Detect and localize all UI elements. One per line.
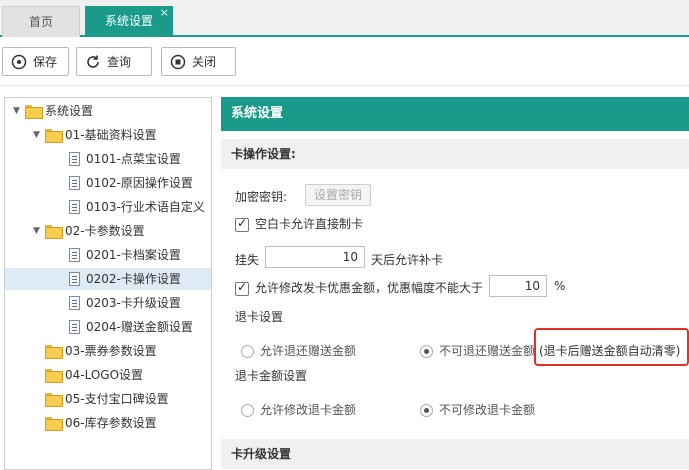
tree-item-0204[interactable]: 0204-赠送金额设置	[67, 316, 193, 338]
refund-note: (退卡后赠送金额自动清零)	[539, 344, 681, 358]
tree-label: 0102-原因操作设置	[86, 176, 193, 190]
radio-label: 不可退还赠送金额	[439, 344, 536, 358]
tree-node-basic[interactable]: ▼ 01-基础资料设置	[33, 124, 157, 146]
tree-label: 02-卡参数设置	[65, 224, 145, 238]
amount-allow-radio[interactable]	[241, 404, 254, 417]
tree-item-0201[interactable]: 0201-卡档案设置	[67, 244, 181, 266]
save-button[interactable]: 保存	[2, 47, 69, 76]
folder-icon	[45, 393, 63, 407]
folder-icon	[45, 369, 63, 383]
loss-days-input[interactable]: 10	[265, 246, 365, 268]
document-icon	[69, 248, 80, 262]
panel-title: 系统设置	[221, 97, 689, 131]
document-icon	[69, 296, 80, 310]
discount-checkbox[interactable]	[235, 280, 249, 296]
tab-label: 系统设置	[104, 14, 153, 28]
discount-row[interactable]: 允许修改发卡优惠金额，优惠幅度不能大于	[235, 279, 483, 296]
tree-node-alipay[interactable]: 05-支付宝口碑设置	[43, 388, 169, 410]
tree-label: 01-基础资料设置	[65, 128, 157, 142]
discount-unit: %	[554, 279, 566, 293]
amount-deny-radio[interactable]	[420, 404, 433, 417]
stop-icon	[170, 54, 186, 69]
blank-card-row[interactable]: 空白卡允许直接制卡	[235, 215, 363, 232]
loss-prefix: 挂失	[235, 253, 260, 267]
radio-label: 允许退还赠送金额	[260, 344, 357, 358]
tree-label: 0204-赠送金额设置	[86, 320, 193, 334]
folder-icon	[45, 129, 63, 143]
set-key-button[interactable]: 设置密钥	[305, 184, 372, 206]
radio-label: 不可修改退卡金额	[439, 403, 536, 417]
tree-item-0102[interactable]: 0102-原因操作设置	[67, 172, 193, 194]
close-icon[interactable]: ×	[160, 0, 169, 28]
tree-item-0103[interactable]: 0103-行业术语自定义	[67, 196, 205, 218]
expand-arrow-icon[interactable]: ▼	[13, 100, 23, 122]
section-card-operation: 卡操作设置:	[221, 139, 689, 169]
tree-item-0101[interactable]: 0101-点菜宝设置	[67, 148, 181, 170]
document-icon	[69, 176, 80, 190]
tree-item-0202[interactable]: 0202-卡操作设置	[5, 268, 211, 290]
tree-item-0203[interactable]: 0203-卡升级设置	[67, 292, 181, 314]
query-label: 查询	[107, 55, 132, 69]
refund-option-deny[interactable]: 不可退还赠送金额	[420, 342, 535, 359]
amount-option-deny[interactable]: 不可修改退卡金额	[420, 401, 535, 418]
settings-tree: ▼ 系统设置 ▼ 01-基础资料设置 0101-点菜宝设置 0102-原因操作设…	[4, 97, 212, 470]
save-label: 保存	[33, 55, 58, 69]
refund-deny-radio[interactable]	[420, 345, 433, 358]
folder-icon	[45, 345, 63, 359]
tree-label: 03-票券参数设置	[65, 344, 157, 358]
folder-icon	[45, 225, 63, 239]
close-label: 关闭	[192, 55, 217, 69]
amount-option-allow[interactable]: 允许修改退卡金额	[241, 401, 356, 418]
tree-label: 04-LOGO设置	[65, 368, 144, 382]
tree-label: 0103-行业术语自定义	[86, 200, 205, 214]
toolbar: 保存 查询 关闭	[0, 39, 689, 86]
tree-node-stock[interactable]: 06-库存参数设置	[43, 412, 157, 434]
blank-card-checkbox[interactable]	[235, 216, 249, 232]
query-button[interactable]: 查询	[76, 47, 152, 76]
refund-amount-title: 退卡金额设置	[235, 369, 308, 383]
tree-node-card[interactable]: ▼ 02-卡参数设置	[33, 220, 145, 242]
save-icon	[11, 54, 27, 69]
tab-bar: 首页 系统设置 ×	[0, 0, 689, 37]
refund-allow-radio[interactable]	[241, 345, 254, 358]
document-icon	[69, 200, 80, 214]
folder-icon	[45, 417, 63, 431]
loss-suffix: 天后允许补卡	[371, 253, 444, 267]
folder-icon	[25, 105, 43, 119]
tree-node-root[interactable]: ▼ 系统设置	[13, 100, 93, 122]
section-card-upgrade: 卡升级设置	[221, 439, 689, 469]
tree-label: 0202-卡操作设置	[86, 272, 181, 286]
tab-system-settings[interactable]: 系统设置 ×	[85, 6, 173, 37]
tree-label: 05-支付宝口碑设置	[65, 392, 169, 406]
refund-option-allow[interactable]: 允许退还赠送金额	[241, 342, 356, 359]
settings-panel: 系统设置 卡操作设置: 加密密钥: 设置密钥 空白卡允许直接制卡 挂失 10 天…	[221, 97, 689, 470]
encrypt-label: 加密密钥:	[235, 190, 288, 204]
document-icon	[69, 152, 80, 166]
tree-label: 06-库存参数设置	[65, 416, 157, 430]
radio-label: 允许修改退卡金额	[260, 403, 357, 417]
refund-title: 退卡设置	[235, 310, 284, 324]
tree-label: 0203-卡升级设置	[86, 296, 181, 310]
document-icon	[69, 272, 80, 286]
tab-home[interactable]: 首页	[2, 6, 80, 37]
discount-input[interactable]: 10	[489, 275, 547, 297]
refresh-icon	[87, 55, 99, 68]
document-icon	[69, 320, 80, 334]
tree-label: 系统设置	[45, 104, 94, 118]
tree-node-logo[interactable]: 04-LOGO设置	[43, 364, 143, 386]
tree-node-ticket[interactable]: 03-票券参数设置	[43, 340, 157, 362]
close-button[interactable]: 关闭	[161, 47, 236, 76]
tree-label: 0101-点菜宝设置	[86, 152, 181, 166]
expand-arrow-icon[interactable]: ▼	[33, 124, 43, 146]
expand-arrow-icon[interactable]: ▼	[33, 220, 43, 242]
discount-label: 允许修改发卡优惠金额，优惠幅度不能大于	[255, 281, 484, 295]
blank-card-label: 空白卡允许直接制卡	[255, 217, 364, 231]
tree-label: 0201-卡档案设置	[86, 248, 181, 262]
